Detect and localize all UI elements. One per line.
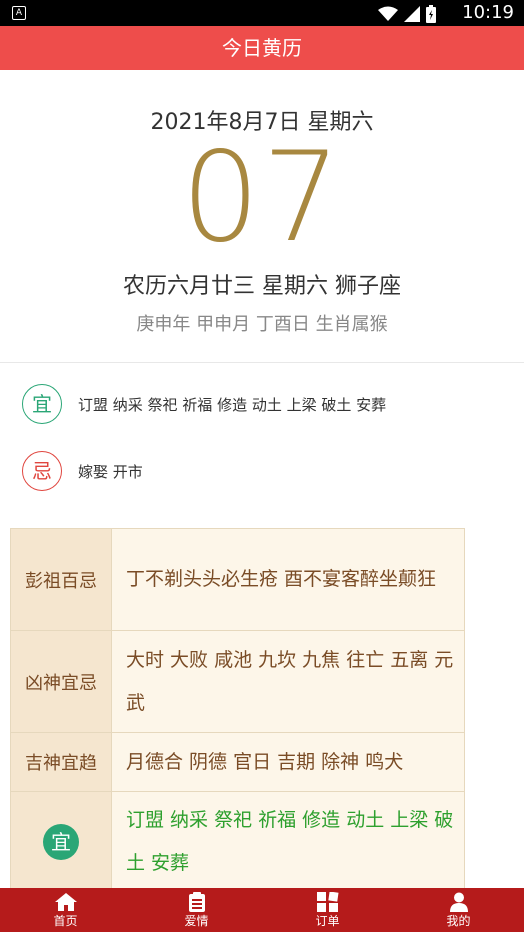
wifi-icon bbox=[378, 6, 398, 21]
lunar-date: 农历六月廿三 星期六 狮子座 bbox=[123, 274, 401, 299]
almanac-value: 月德合 阴德 官日 吉期 除神 鸣犬 bbox=[111, 732, 465, 792]
table-row: 彭祖百忌 丁不剃头头必生疮 酉不宴客醉坐颠狂 bbox=[10, 528, 465, 631]
yi-circle-badge: 宜 bbox=[43, 823, 79, 860]
ji-row: 忌 嫁娶 开市 bbox=[22, 451, 143, 491]
status-icons bbox=[378, 5, 436, 23]
document-icon bbox=[188, 892, 205, 912]
almanac-key: 凶神宜忌 bbox=[10, 630, 112, 733]
person-icon bbox=[449, 892, 468, 912]
ji-text: 嫁娶 开市 bbox=[78, 462, 143, 481]
table-row: 吉神宜趋 月德合 阴德 官日 吉期 除神 鸣犬 bbox=[10, 732, 465, 792]
battery-icon bbox=[426, 5, 436, 23]
status-bar: A 10:19 bbox=[0, 0, 524, 26]
app-notification-icon: A bbox=[12, 6, 26, 20]
almanac-yi-value: 订盟 纳采 祭祀 祈福 修造 动土 上梁 破土 安葬 bbox=[111, 791, 465, 892]
nav-item-love[interactable]: 爱情 bbox=[131, 888, 262, 932]
yi-badge: 宜 bbox=[22, 384, 62, 424]
nav-label: 爱情 bbox=[184, 914, 209, 928]
nav-item-orders[interactable]: 订单 bbox=[262, 888, 393, 932]
big-day-number: 07 bbox=[181, 126, 343, 270]
page-title: 今日黄历 bbox=[0, 26, 524, 70]
almanac-key-yi: 宜 bbox=[10, 791, 112, 892]
nav-item-home[interactable]: 首页 bbox=[0, 888, 131, 932]
table-row: 凶神宜忌 大时 大败 咸池 九坎 九焦 往亡 五离 元武 bbox=[10, 630, 465, 733]
almanac-key: 吉神宜趋 bbox=[10, 732, 112, 792]
status-time: 10:19 bbox=[462, 2, 514, 23]
almanac-key: 彭祖百忌 bbox=[10, 528, 112, 631]
home-icon bbox=[54, 893, 77, 911]
table-row: 宜 订盟 纳采 祭祀 祈福 修造 动土 上梁 破土 安葬 bbox=[10, 791, 465, 892]
yi-row: 宜 订盟 纳采 祭祀 祈福 修造 动土 上梁 破土 安葬 bbox=[22, 384, 386, 424]
nav-label: 首页 bbox=[53, 914, 78, 928]
grid-icon bbox=[316, 892, 339, 912]
ji-badge: 忌 bbox=[22, 451, 62, 491]
almanac-table: 彭祖百忌 丁不剃头头必生疮 酉不宴客醉坐颠狂 凶神宜忌 大时 大败 咸池 九坎 … bbox=[10, 528, 465, 892]
almanac-value: 大时 大败 咸池 九坎 九焦 往亡 五离 元武 bbox=[111, 630, 465, 733]
yi-text: 订盟 纳采 祭祀 祈福 修造 动土 上梁 破土 安葬 bbox=[78, 395, 387, 414]
bottom-nav: 首页 爱情 订单 我的 bbox=[0, 888, 524, 932]
nav-label: 我的 bbox=[446, 914, 471, 928]
nav-label: 订单 bbox=[315, 914, 340, 928]
divider bbox=[0, 362, 524, 363]
signal-icon bbox=[404, 6, 420, 22]
ganzhi-info: 庚申年 甲申月 丁酉日 生肖属猴 bbox=[136, 314, 388, 335]
almanac-value: 丁不剃头头必生疮 酉不宴客醉坐颠狂 bbox=[111, 528, 465, 631]
nav-item-mine[interactable]: 我的 bbox=[393, 888, 524, 932]
